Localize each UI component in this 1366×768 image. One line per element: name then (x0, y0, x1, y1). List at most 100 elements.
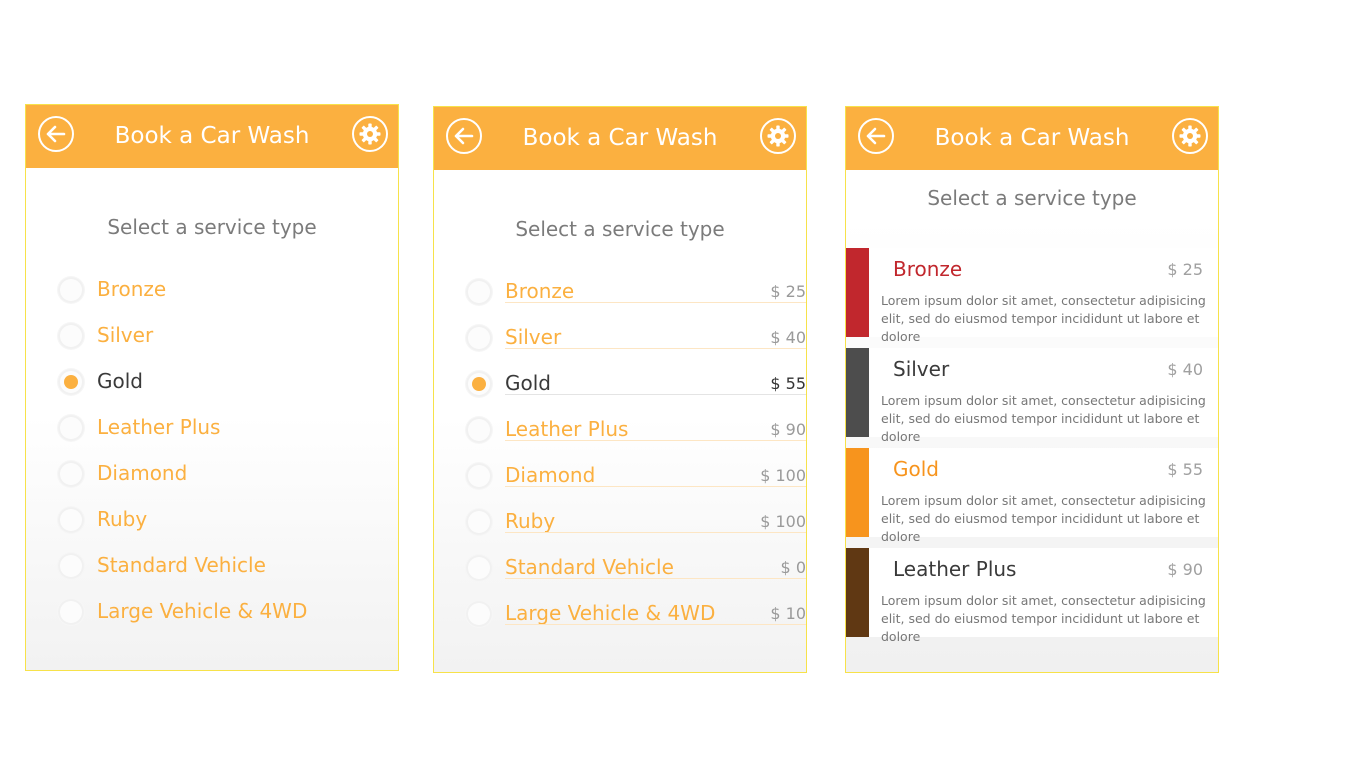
radio-button[interactable] (58, 323, 84, 349)
option-underline (505, 440, 806, 441)
card-price: $ 25 (1167, 260, 1203, 279)
service-option[interactable]: Large Vehicle & 4WD (58, 597, 378, 627)
radio-button[interactable] (466, 417, 492, 443)
option-label: Ruby (505, 509, 556, 533)
screen-radio-list-prices: Book a Car Wash Select a service type Br… (433, 106, 807, 673)
option-label: Standard Vehicle (505, 555, 674, 579)
radio-button[interactable] (466, 555, 492, 581)
settings-button[interactable] (1172, 118, 1208, 154)
radio-button[interactable] (58, 277, 84, 303)
service-option[interactable]: Leather Plus (58, 413, 378, 443)
option-label: Large Vehicle & 4WD (97, 599, 308, 623)
card-color-bar (846, 348, 869, 437)
app-header: Book a Car Wash (434, 107, 806, 170)
option-price: $ 40 (770, 328, 806, 347)
page-title: Book a Car Wash (114, 123, 310, 149)
option-underline (505, 302, 806, 303)
card-price: $ 40 (1167, 360, 1203, 379)
settings-button[interactable] (352, 116, 388, 152)
option-label: Bronze (505, 279, 575, 303)
service-option[interactable]: Bronze $ 25 (466, 277, 806, 307)
app-header: Book a Car Wash (26, 105, 398, 168)
card-description: Lorem ipsum dolor sit amet, consectetur … (881, 293, 1206, 344)
option-underline (505, 532, 806, 533)
gear-icon (767, 125, 789, 147)
option-label: Large Vehicle & 4WD (505, 601, 716, 625)
option-label: Standard Vehicle (97, 553, 266, 577)
service-option[interactable]: Diamond (58, 459, 378, 489)
service-option[interactable]: Silver (58, 321, 378, 351)
service-option[interactable]: Large Vehicle & 4WD $ 10 (466, 599, 806, 629)
service-option[interactable]: Standard Vehicle $ 0 (466, 553, 806, 583)
option-label: Gold (505, 371, 551, 395)
service-option[interactable]: Gold (58, 367, 378, 397)
card-description: Lorem ipsum dolor sit amet, consectetur … (881, 593, 1206, 644)
radio-button[interactable] (58, 599, 84, 625)
option-underline (505, 486, 806, 487)
card-color-bar (846, 448, 869, 537)
service-option[interactable]: Leather Plus $ 90 (466, 415, 806, 445)
radio-button[interactable] (466, 371, 492, 397)
screen-radio-list: Book a Car Wash Select a service type Br… (25, 104, 399, 671)
radio-button[interactable] (58, 369, 84, 395)
option-label: Diamond (97, 461, 188, 485)
card-description: Lorem ipsum dolor sit amet, consectetur … (881, 393, 1206, 444)
option-price: $ 100 (760, 512, 806, 531)
radio-button[interactable] (466, 325, 492, 351)
card-title: Leather Plus (893, 557, 1017, 581)
option-price: $ 55 (770, 374, 806, 393)
service-option[interactable]: Standard Vehicle (58, 551, 378, 581)
radio-button[interactable] (58, 461, 84, 487)
option-label: Diamond (505, 463, 596, 487)
option-underline (505, 578, 806, 579)
option-label: Leather Plus (97, 415, 221, 439)
option-label: Silver (97, 323, 154, 347)
option-price: $ 10 (770, 604, 806, 623)
service-type-heading: Select a service type (515, 217, 725, 241)
option-label: Bronze (97, 277, 167, 301)
service-option[interactable]: Ruby $ 100 (466, 507, 806, 537)
page-title: Book a Car Wash (522, 125, 718, 151)
gear-icon (359, 123, 381, 145)
service-option[interactable]: Silver $ 40 (466, 323, 806, 353)
card-color-bar (846, 248, 869, 337)
settings-button[interactable] (760, 118, 796, 154)
card-price: $ 90 (1167, 560, 1203, 579)
service-card[interactable]: Gold $ 55 Lorem ipsum dolor sit amet, cons… (846, 448, 1218, 544)
option-price: $ 0 (780, 558, 806, 577)
option-label: Silver (505, 325, 562, 349)
service-type-heading: Select a service type (927, 186, 1137, 210)
gear-icon (1179, 125, 1201, 147)
option-price: $ 25 (770, 282, 806, 301)
service-card[interactable]: Silver $ 40 Lorem ipsum dolor sit amet, co… (846, 348, 1218, 444)
option-label: Leather Plus (505, 417, 629, 441)
service-option[interactable]: Gold $ 55 (466, 369, 806, 399)
radio-button[interactable] (466, 463, 492, 489)
app-header: Book a Car Wash (846, 107, 1218, 170)
radio-button[interactable] (466, 601, 492, 627)
option-price: $ 100 (760, 466, 806, 485)
radio-button[interactable] (58, 415, 84, 441)
screen-service-cards: Book a Car Wash Select a service type Br… (845, 106, 1219, 673)
service-type-heading: Select a service type (107, 215, 317, 239)
option-label: Gold (97, 369, 143, 393)
service-option[interactable]: Diamond $ 100 (466, 461, 806, 491)
option-underline (505, 624, 806, 625)
page-title: Book a Car Wash (934, 125, 1130, 151)
radio-button[interactable] (466, 279, 492, 305)
radio-button[interactable] (58, 553, 84, 579)
radio-button[interactable] (58, 507, 84, 533)
radio-button[interactable] (466, 509, 492, 535)
card-price: $ 55 (1167, 460, 1203, 479)
service-card[interactable]: Leather Plus $ 90 Lorem ipsum dolor sit am… (846, 548, 1218, 644)
option-label: Ruby (97, 507, 148, 531)
option-underline (505, 394, 806, 395)
card-title: Gold (893, 457, 939, 481)
service-option[interactable]: Ruby (58, 505, 378, 535)
service-option[interactable]: Bronze (58, 275, 378, 305)
card-title: Bronze (893, 257, 963, 281)
card-description: Lorem ipsum dolor sit amet, consectetur … (881, 493, 1206, 544)
card-title: Silver (893, 357, 950, 381)
service-card[interactable]: Bronze $ 25 Lorem ipsum dolor sit amet, co… (846, 248, 1218, 344)
option-underline (505, 348, 806, 349)
